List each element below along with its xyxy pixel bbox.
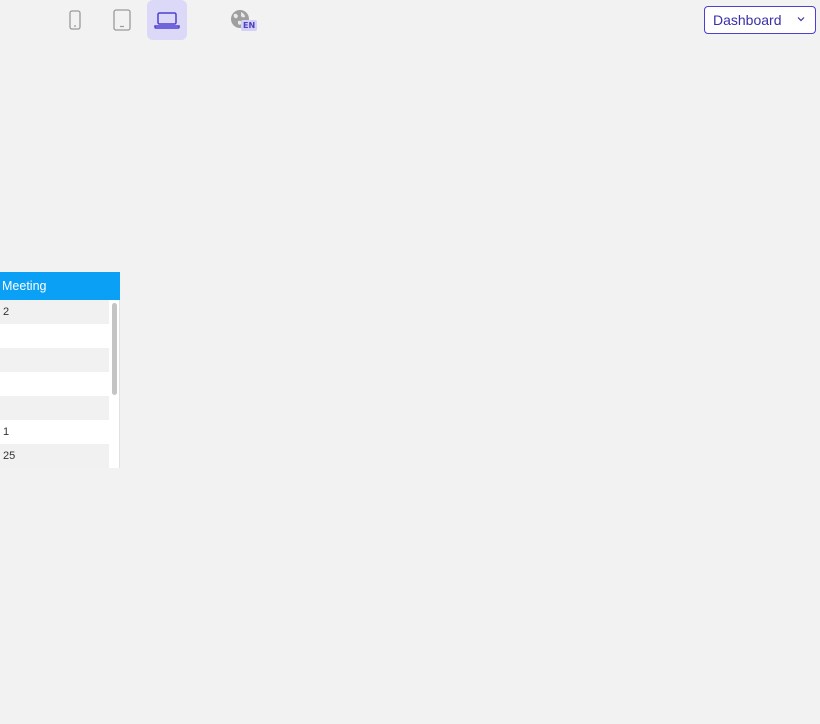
scrollbar[interactable] [110,300,120,468]
table-row[interactable] [0,396,109,420]
column-header-label: Meeting [2,279,47,293]
device-desktop-button[interactable] [147,0,187,40]
table-row[interactable]: 1 [0,420,109,444]
table-body: 2 1 25 [0,300,109,468]
phone-icon [69,10,81,30]
tablet-icon [113,9,131,31]
view-select-value: Dashboard [713,12,782,28]
table-header-meeting[interactable]: Meeting [0,272,120,300]
laptop-icon [154,12,180,29]
meeting-table: Meeting 2 1 25 [0,272,120,468]
table-row[interactable] [0,372,109,396]
table-row[interactable]: 2 [0,300,109,324]
chevron-down-icon [797,17,805,22]
device-mobile-button[interactable] [62,0,88,40]
language-switch[interactable]: EN [229,8,259,34]
scrollbar-thumb[interactable] [112,303,117,395]
table-row[interactable] [0,348,109,372]
device-tablet-button[interactable] [108,0,136,40]
language-code: EN [241,20,258,31]
table-row[interactable]: 25 [0,444,109,468]
view-select[interactable]: Dashboard [704,6,816,34]
table-row[interactable] [0,324,109,348]
